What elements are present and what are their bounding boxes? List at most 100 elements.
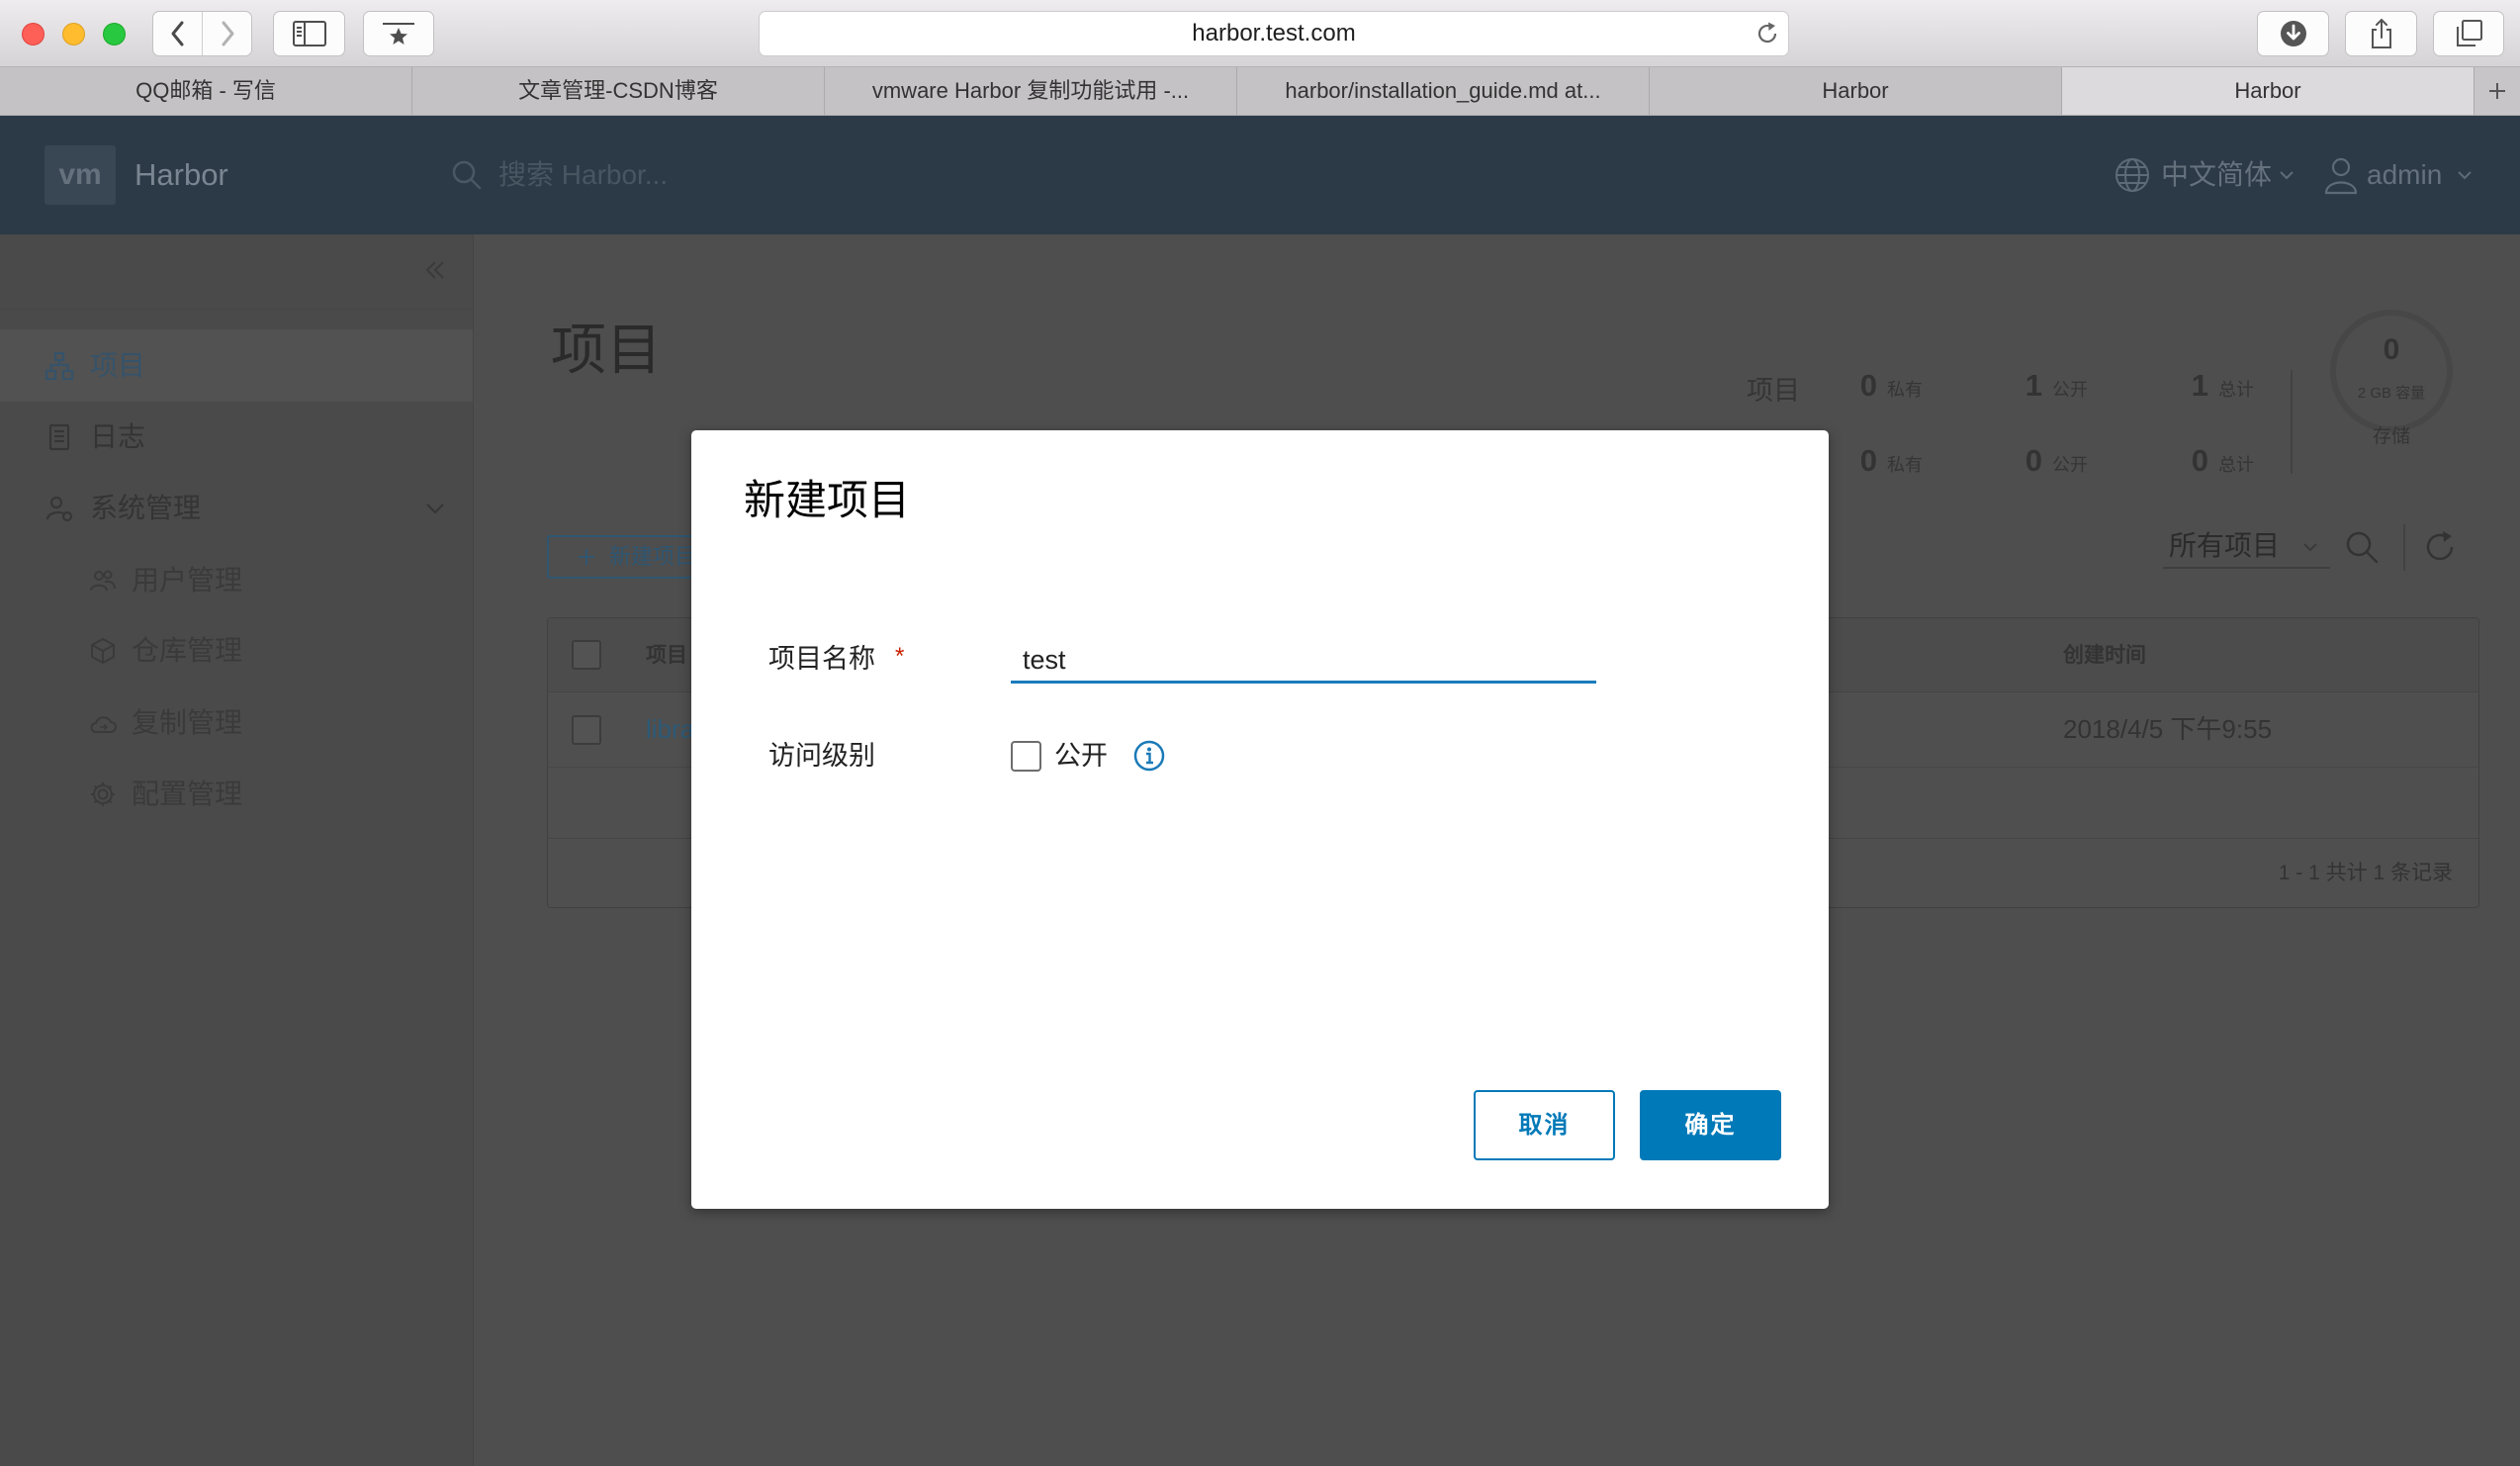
sidebar-item-replication[interactable]: 复制管理 <box>0 691 474 755</box>
chevron-down-icon <box>2303 543 2317 552</box>
column-header[interactable]: 项目 <box>646 618 687 692</box>
top-sites-button[interactable] <box>363 11 434 56</box>
log-icon <box>48 423 70 451</box>
public-checkbox-label[interactable]: 公开 <box>1054 738 1108 774</box>
user-icon <box>2324 157 2358 195</box>
project-name-input[interactable]: test <box>1011 640 1596 684</box>
stat-total: 1 总计 <box>2179 366 2254 406</box>
sidebar-item-registries[interactable]: 仓库管理 <box>0 619 474 683</box>
cube-icon <box>91 637 115 665</box>
browser-tab-bar: QQ邮箱 - 写信 文章管理-CSDN博客 vmware Harbor 复制功能… <box>0 67 2520 116</box>
storage-ring <box>2330 310 2453 432</box>
vmware-logo[interactable]: vm <box>45 145 116 205</box>
toolbar-divider <box>2403 524 2405 571</box>
chevron-down-icon <box>2458 171 2472 180</box>
project-name-label: 项目名称 <box>768 644 875 674</box>
sidebar-item-users[interactable]: 用户管理 <box>0 549 474 612</box>
bookmark-star-icon <box>383 23 414 45</box>
gear-icon <box>91 782 115 806</box>
info-icon[interactable] <box>1133 740 1165 772</box>
stat-value: 1 <box>2025 368 2042 403</box>
stat-unit: 公开 <box>2052 455 2088 475</box>
search-icon <box>452 160 482 190</box>
cancel-button[interactable]: 取消 <box>1474 1090 1615 1160</box>
stat-value: 0 <box>2191 443 2208 478</box>
stat-value: 0 <box>1859 368 1877 403</box>
dialog-title: 新建项目 <box>744 477 911 523</box>
new-project-label: 新建项目 <box>609 544 697 569</box>
stat-unit: 私有 <box>1887 380 1923 400</box>
address-bar[interactable]: harbor.test.com <box>759 11 1789 56</box>
stat-total: 0 总计 <box>2179 441 2254 481</box>
chevron-right-icon <box>222 21 233 46</box>
storage-capacity: 2 GB 容量 <box>2357 385 2426 402</box>
admin-icon <box>45 496 73 522</box>
access-level-label: 访问级别 <box>768 741 875 771</box>
stat-value: 0 <box>2025 443 2042 478</box>
sidebar-item-projects[interactable]: 项目 <box>0 334 474 398</box>
stat-unit: 公开 <box>2052 380 2088 400</box>
url-text: harbor.test.com <box>1192 20 1356 46</box>
language-selector[interactable]: 中文简体 <box>2161 155 2272 195</box>
history-nav-group <box>152 11 252 56</box>
storage-used: 0 <box>2383 333 2400 366</box>
row-checkbox[interactable] <box>572 715 601 745</box>
share-button[interactable] <box>2345 11 2417 56</box>
app-header: vm Harbor 搜索 Harbor... 中文简体 admin <box>0 116 2520 234</box>
project-icon <box>45 351 74 381</box>
sidebar-item-label: 复制管理 <box>132 707 243 738</box>
browser-tab[interactable]: Harbor <box>1650 67 2062 115</box>
stat-private: 0 私有 <box>1847 441 1923 481</box>
browser-tab[interactable]: harbor/installation_guide.md at... <box>1237 67 1650 115</box>
filter-value: 所有项目 <box>2169 530 2281 561</box>
project-name-link[interactable]: libra <box>646 692 694 767</box>
refresh-icon[interactable] <box>2422 529 2458 565</box>
tabs-icon <box>2457 20 2482 46</box>
user-menu[interactable]: admin <box>2367 155 2442 195</box>
new-project-dialog: 新建项目 项目名称 * test 访问级别 公开 取消 确定 <box>691 430 1829 1209</box>
search-icon[interactable] <box>2344 529 2380 565</box>
reload-icon[interactable] <box>1755 21 1780 46</box>
browser-tab[interactable]: 文章管理-CSDN博客 <box>412 67 825 115</box>
confirm-button[interactable]: 确定 <box>1640 1090 1781 1160</box>
browser-tab[interactable]: QQ邮箱 - 写信 <box>0 67 412 115</box>
storage-label: 存储 <box>2372 426 2410 447</box>
new-tab-button[interactable] <box>2475 67 2520 115</box>
stat-unit: 私有 <box>1887 455 1923 475</box>
sidebar-item-logs[interactable]: 日志 <box>0 406 474 469</box>
plus-icon <box>579 549 594 565</box>
global-search-input[interactable]: 搜索 Harbor... <box>498 155 668 195</box>
downloads-button[interactable] <box>2257 11 2329 56</box>
chevron-down-icon <box>2280 171 2294 180</box>
browser-toolbar: harbor.test.com <box>0 0 2520 67</box>
close-window-button[interactable] <box>22 23 45 46</box>
zoom-window-button[interactable] <box>103 23 126 46</box>
app-title[interactable]: Harbor <box>135 155 228 195</box>
tab-overview-button[interactable] <box>2433 11 2504 56</box>
project-filter-select[interactable]: 所有项目 <box>2163 525 2330 569</box>
collapse-sidebar-icon[interactable] <box>421 256 449 284</box>
users-icon <box>90 570 116 592</box>
sidebar-item-label: 系统管理 <box>90 493 202 523</box>
download-icon <box>2280 21 2306 46</box>
chevron-down-icon <box>426 504 444 514</box>
sidebar-item-configuration[interactable]: 配置管理 <box>0 763 474 826</box>
stat-public: 1 公开 <box>2013 366 2088 406</box>
sidebar-item-label: 用户管理 <box>132 565 243 596</box>
back-button[interactable] <box>153 12 202 55</box>
sidebar-item-administration[interactable]: 系统管理 <box>0 477 474 540</box>
forward-button[interactable] <box>203 12 251 55</box>
browser-tab[interactable]: Harbor <box>2062 67 2475 115</box>
stat-value: 1 <box>2191 368 2208 403</box>
minimize-window-button[interactable] <box>62 23 85 46</box>
column-header[interactable]: 创建时间 <box>2063 618 2146 692</box>
sidebar-item-label: 日志 <box>90 421 146 452</box>
browser-tab[interactable]: vmware Harbor 复制功能试用 -... <box>825 67 1237 115</box>
sidebar-item-label: 项目 <box>90 350 146 381</box>
select-all-checkbox[interactable] <box>572 640 601 670</box>
stat-private: 0 私有 <box>1847 366 1923 406</box>
stat-unit: 总计 <box>2218 380 2254 400</box>
show-sidebar-button[interactable] <box>273 11 345 56</box>
sidebar-item-label: 配置管理 <box>132 779 243 809</box>
public-checkbox[interactable] <box>1011 741 1041 772</box>
